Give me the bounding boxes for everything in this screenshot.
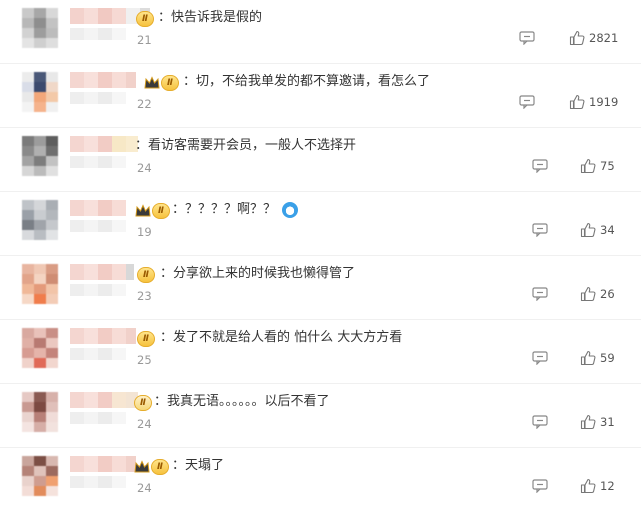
like-button[interactable]: 12 — [580, 478, 615, 494]
thumbs-up-icon — [580, 350, 596, 366]
comment-text: ：发了不就是给人看的 怕什么 大大方方看 — [160, 330, 403, 345]
like-button[interactable]: 26 — [580, 286, 615, 302]
comment-bubble-icon[interactable] — [532, 287, 548, 301]
comment-item: Ⅱ ：切，不给我单发的都不算邀请，看怎么了 22 1919 — [0, 64, 641, 128]
crown-icon — [144, 76, 160, 90]
username-blurred[interactable] — [70, 456, 136, 472]
comment-item: Ⅱ ：快告诉我是假的 21 2821 — [0, 0, 641, 64]
like-button[interactable]: 75 — [580, 158, 615, 174]
comment-time: 25 — [137, 353, 152, 367]
avatar[interactable] — [22, 72, 58, 112]
comment-item: Ⅱ ：我真无语。。。。。。以后不看了 24 31 — [0, 384, 641, 448]
user-meta-blurred — [70, 92, 126, 104]
user-meta-blurred — [70, 156, 126, 168]
like-button[interactable]: 1919 — [569, 94, 618, 110]
user-meta-blurred — [70, 284, 126, 296]
like-count: 26 — [600, 287, 615, 301]
comment-item: Ⅱ ：天塌了 24 12 — [0, 448, 641, 512]
avatar[interactable] — [22, 392, 58, 432]
level-badge: Ⅱ — [136, 11, 154, 27]
comment-text: ：天塌了 — [172, 458, 225, 473]
avatar[interactable] — [22, 136, 58, 176]
thumbs-up-icon — [580, 286, 596, 302]
vip-badge: Ⅱ — [144, 75, 179, 91]
comment-time: 22 — [137, 97, 152, 111]
like-count: 2821 — [589, 31, 619, 45]
comment-bubble-icon[interactable] — [532, 479, 548, 493]
user-meta-blurred — [70, 348, 126, 360]
comment-bubble-icon[interactable] — [532, 415, 548, 429]
level-badge: Ⅱ — [151, 459, 169, 475]
comment-text: ：快告诉我是假的 — [158, 10, 263, 25]
comment-text-wrap: ：？？？？啊？？ — [172, 202, 299, 218]
comment-bubble-icon[interactable] — [519, 95, 535, 109]
level-badge: Ⅱ — [137, 267, 155, 283]
like-count: 31 — [600, 415, 615, 429]
comment-time: 21 — [137, 33, 152, 47]
comment-bubble-icon[interactable] — [532, 351, 548, 365]
user-meta-blurred — [70, 28, 126, 40]
vip-badge: Ⅱ — [137, 331, 155, 347]
like-button[interactable]: 34 — [580, 222, 615, 238]
comment-bubble-icon[interactable] — [519, 31, 535, 45]
like-button[interactable]: 31 — [580, 414, 615, 430]
avatar[interactable] — [22, 328, 58, 368]
level-badge: Ⅱ — [137, 331, 155, 347]
level-badge: Ⅱ — [152, 203, 170, 219]
username-blurred[interactable] — [70, 392, 138, 408]
avatar[interactable] — [22, 200, 58, 240]
like-count: 12 — [600, 479, 615, 493]
like-count: 34 — [600, 223, 615, 237]
comment-item: Ⅱ ：发了不就是给人看的 怕什么 大大方方看 25 59 — [0, 320, 641, 384]
crown-icon — [134, 460, 150, 474]
crown-icon — [135, 204, 151, 218]
username-blurred[interactable] — [70, 136, 138, 152]
avatar[interactable] — [22, 264, 58, 304]
level-badge: Ⅱ — [134, 395, 152, 411]
comment-time: 24 — [137, 417, 152, 431]
thumbs-up-icon — [569, 30, 585, 46]
comment-text: ：我真无语。。。。。。以后不看了 — [154, 394, 330, 409]
username-blurred[interactable] — [70, 264, 134, 280]
username-blurred[interactable] — [70, 328, 136, 344]
like-button[interactable]: 2821 — [569, 30, 618, 46]
comment-text: ：分享欲上来的时候我也懒得管了 — [160, 266, 356, 281]
level-badge: Ⅱ — [161, 75, 179, 91]
like-count: 59 — [600, 351, 615, 365]
vip-badge: Ⅱ — [135, 203, 170, 219]
user-meta-blurred — [70, 476, 126, 488]
comment-time: 19 — [137, 225, 152, 239]
vip-badge: Ⅱ — [136, 11, 154, 27]
thumbs-up-icon — [580, 478, 596, 494]
comment-item: Ⅱ ：？？？？啊？？ 19 34 — [0, 192, 641, 256]
vip-badge: Ⅱ — [134, 395, 152, 411]
avatar[interactable] — [22, 8, 58, 48]
comment-bubble-icon[interactable] — [532, 223, 548, 237]
like-button[interactable]: 59 — [580, 350, 615, 366]
comment-text: ：看访客需要开会员，一般人不选择开 — [135, 138, 357, 153]
comment-text: ：？？？？啊？？ — [172, 202, 277, 217]
comment-text: ：切，不给我单发的都不算邀请，看怎么了 — [183, 74, 431, 89]
user-meta-blurred — [70, 220, 126, 232]
username-blurred[interactable] — [70, 200, 126, 216]
thumbs-up-icon — [569, 94, 585, 110]
comment-time: 24 — [137, 481, 152, 495]
like-count: 1919 — [589, 95, 619, 109]
comment-bubble-icon[interactable] — [532, 159, 548, 173]
thumbs-up-icon — [580, 222, 596, 238]
comment-item: Ⅱ ：分享欲上来的时候我也懒得管了 23 26 — [0, 256, 641, 320]
comment-item: ：看访客需要开会员，一般人不选择开 24 75 — [0, 128, 641, 192]
vip-badge: Ⅱ — [134, 459, 169, 475]
username-blurred[interactable] — [70, 72, 136, 88]
thumbs-up-icon — [580, 158, 596, 174]
thumbs-up-icon — [580, 414, 596, 430]
vip-badge: Ⅱ — [137, 267, 155, 283]
user-meta-blurred — [70, 412, 126, 424]
avatar[interactable] — [22, 456, 58, 496]
like-count: 75 — [600, 159, 615, 173]
emoji-icon — [282, 202, 299, 218]
comment-time: 24 — [137, 161, 152, 175]
comment-time: 23 — [137, 289, 152, 303]
